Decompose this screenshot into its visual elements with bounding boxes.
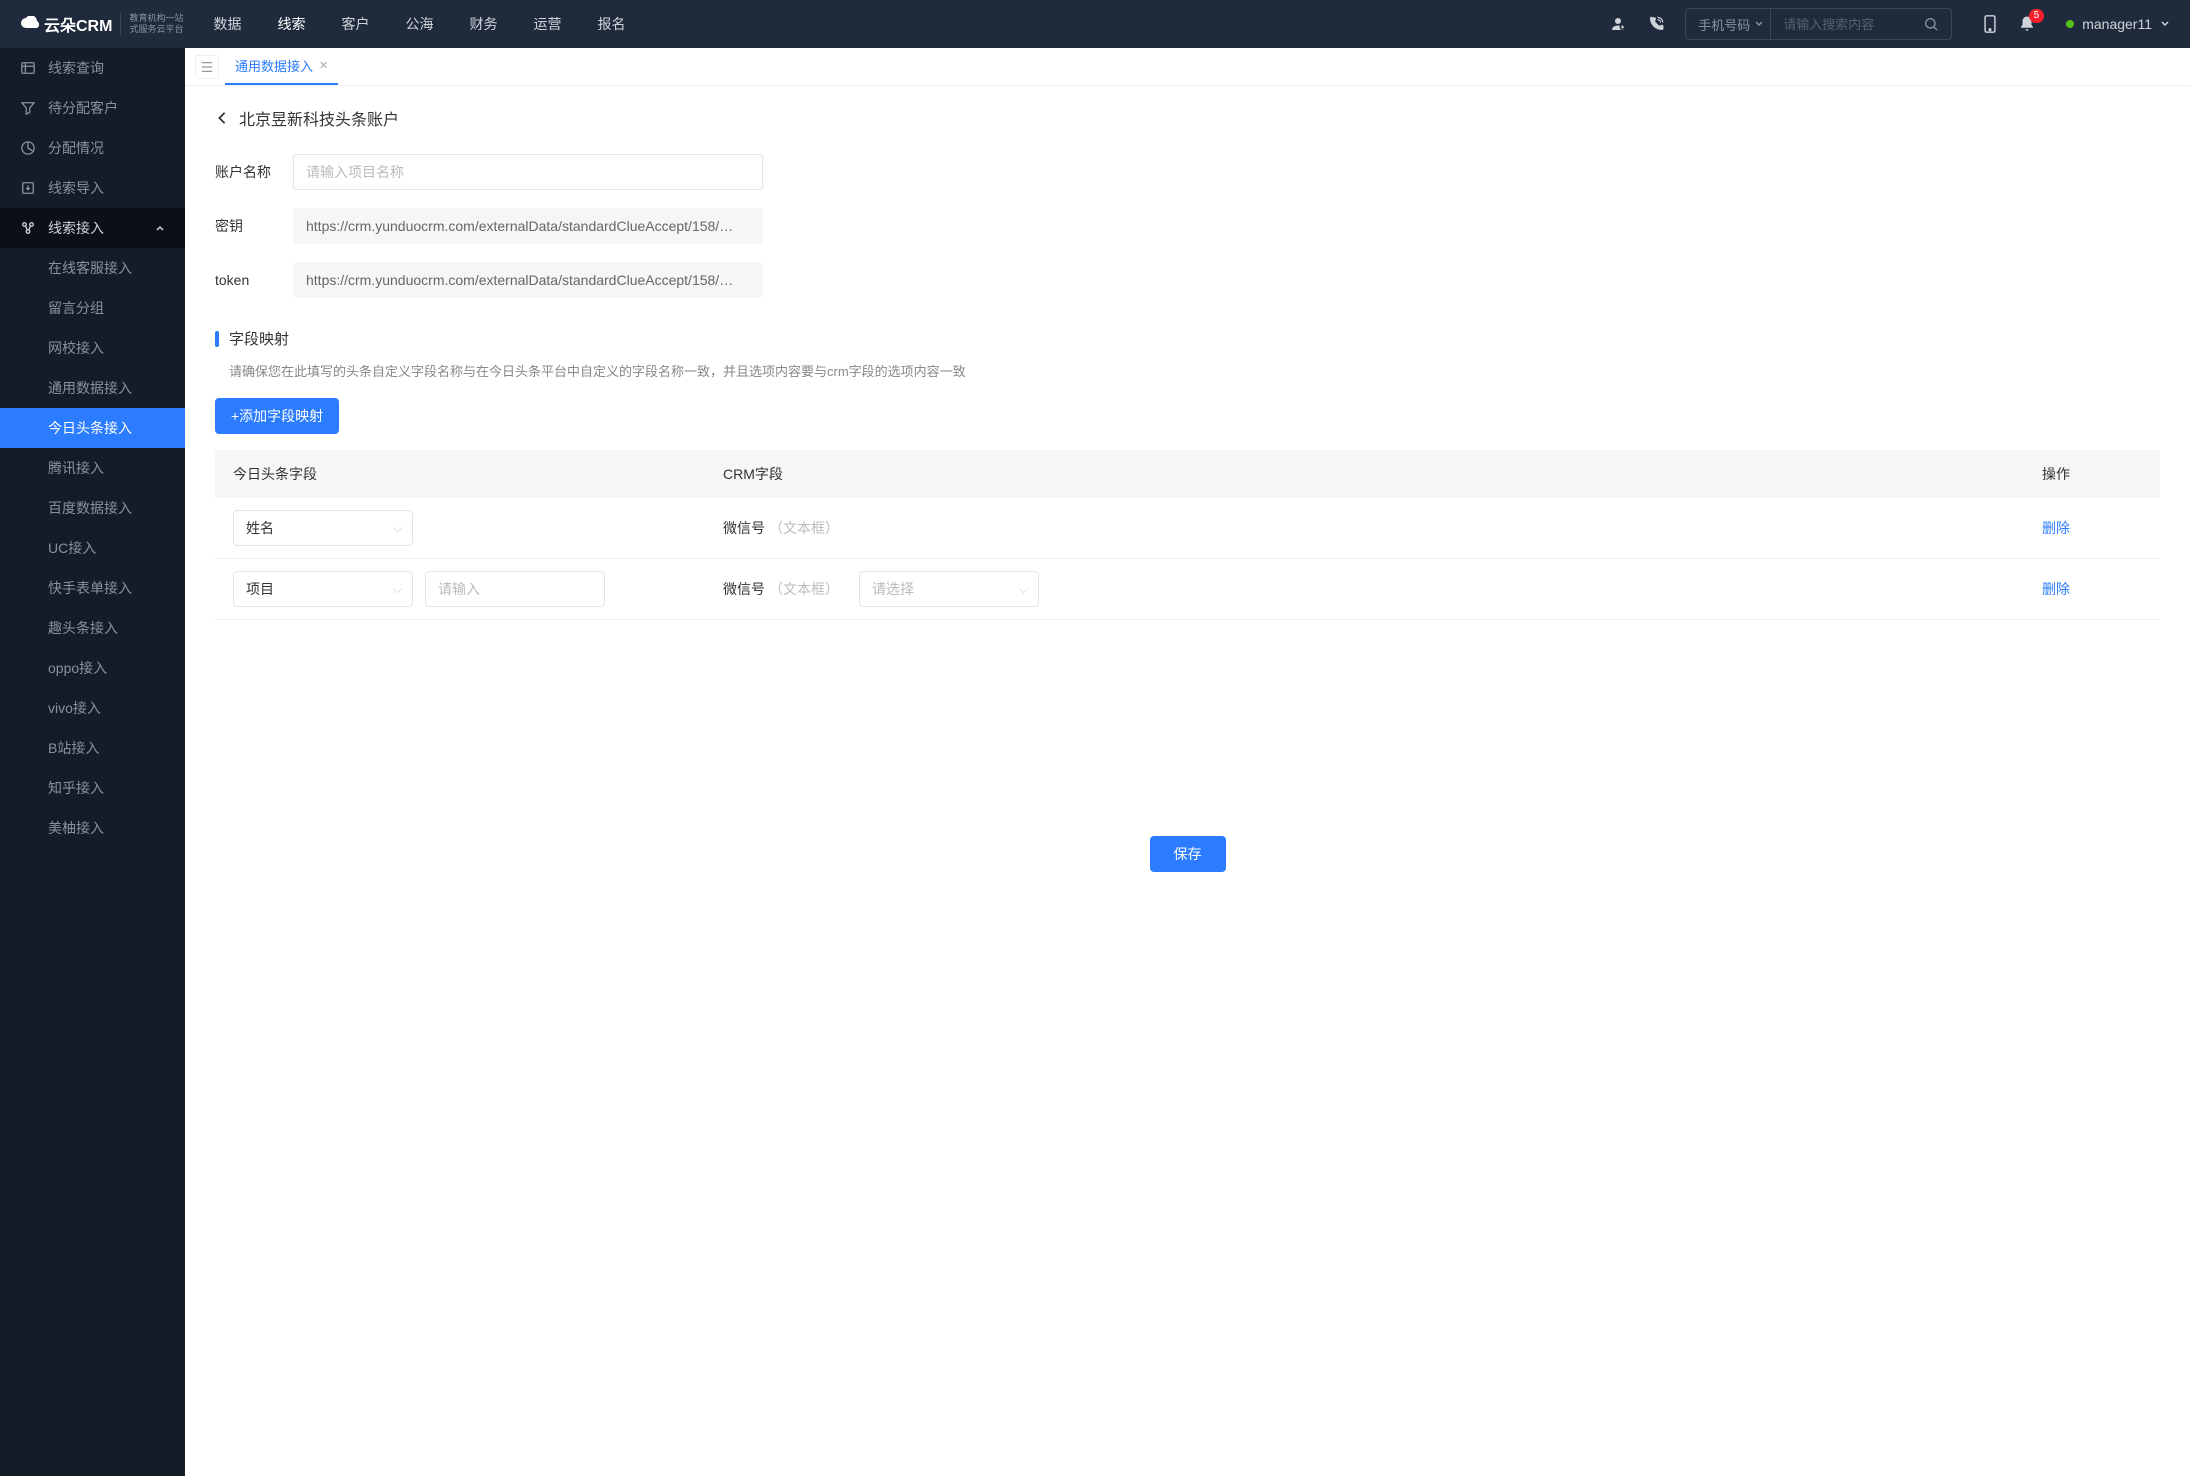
column-header: 操作 <box>2042 464 2142 484</box>
table-row: 姓名 ⌵ 微信号 （文本框） 删除 <box>215 498 2160 559</box>
back-button[interactable] <box>215 111 229 125</box>
nav-item[interactable]: 数据 <box>213 14 241 34</box>
sidebar-item-expandable[interactable]: 线索接入 <box>0 208 185 248</box>
sidebar-subitem[interactable]: oppo接入 <box>0 648 185 688</box>
footer-bar: 保存 <box>215 820 2160 888</box>
sidebar-subitem[interactable]: 美柚接入 <box>0 808 185 848</box>
sidebar-item[interactable]: 线索导入 <box>0 168 185 208</box>
add-field-mapping-button[interactable]: +添加字段映射 <box>215 398 339 434</box>
crm-field-select[interactable]: 请选择 ⌵ <box>859 571 1039 607</box>
nav-item[interactable]: 报名 <box>597 14 625 34</box>
connect-icon <box>20 221 36 235</box>
crm-field-hint: （文本框） <box>769 579 839 599</box>
chevron-down-icon <box>2160 19 2170 29</box>
section-bar <box>215 331 219 347</box>
chevron-down-icon: ⌵ <box>393 582 402 597</box>
toutiao-field-select[interactable]: 项目 ⌵ <box>233 571 413 607</box>
sidebar-subitem[interactable]: vivo接入 <box>0 688 185 728</box>
delete-button[interactable]: 删除 <box>2042 581 2070 597</box>
table-row: 项目 ⌵ 微信号 （文本框） 请选择 ⌵ <box>215 559 2160 620</box>
chevron-down-icon: ⌵ <box>393 521 402 536</box>
page-content: 北京昱新科技头条账户 账户名称 密钥 token 字段映射 请确保您在此填写的头… <box>185 86 2190 1476</box>
column-header: CRM字段 <box>723 464 2042 484</box>
secret-input[interactable] <box>293 208 763 244</box>
sidebar-subitem[interactable]: 通用数据接入 <box>0 368 185 408</box>
toutiao-field-select[interactable]: 姓名 ⌵ <box>233 510 413 546</box>
table-header: 今日头条字段 CRM字段 操作 <box>215 450 2160 498</box>
sidebar-item[interactable]: 待分配客户 <box>0 88 185 128</box>
phone-icon[interactable] <box>1647 15 1665 33</box>
account-name-input[interactable] <box>293 154 763 190</box>
sidebar: 线索查询 待分配客户 分配情况 线索导入 线索接入 在线客服接入 留言分组 网校… <box>0 48 185 1476</box>
nav-item[interactable]: 客户 <box>341 14 369 34</box>
crm-field-label: 微信号 <box>723 518 765 538</box>
search-input[interactable] <box>1771 17 1911 32</box>
sidebar-subitem[interactable]: 腾讯接入 <box>0 448 185 488</box>
list-icon <box>20 61 36 75</box>
crm-field-label: 微信号 <box>723 579 765 599</box>
tab-bar: 通用数据接入 ✕ <box>185 48 2190 86</box>
crm-field-hint: （文本框） <box>769 518 839 538</box>
filter-icon <box>20 101 36 115</box>
chevron-up-icon <box>155 223 165 233</box>
section-description: 请确保您在此填写的头条自定义字段名称与在今日头条平台中自定义的字段名称一致，并且… <box>215 361 2160 380</box>
save-button[interactable]: 保存 <box>1150 836 1226 872</box>
sidebar-subitem[interactable]: 知乎接入 <box>0 768 185 808</box>
sidebar-subitem[interactable]: B站接入 <box>0 728 185 768</box>
nav-item[interactable]: 公海 <box>405 14 433 34</box>
sidebar-subitem[interactable]: 留言分组 <box>0 288 185 328</box>
nav-menu: 数据 线索 客户 公海 财务 运营 报名 <box>213 14 1579 34</box>
sidebar-subitem[interactable]: 百度数据接入 <box>0 488 185 528</box>
logo-subtitle: 教育机构一站 式服务云平台 <box>120 13 183 35</box>
chart-icon <box>20 141 36 155</box>
notification-icon[interactable]: 5 <box>2018 15 2036 33</box>
sidebar-subitem[interactable]: 今日头条接入 <box>0 408 185 448</box>
sidebar-subitem[interactable]: 在线客服接入 <box>0 248 185 288</box>
sidebar-item[interactable]: 分配情况 <box>0 128 185 168</box>
sidebar-subitem[interactable]: UC接入 <box>0 528 185 568</box>
token-input[interactable] <box>293 262 763 298</box>
mapping-table: 今日头条字段 CRM字段 操作 姓名 ⌵ 微信号 <box>215 450 2160 620</box>
notification-badge: 5 <box>2029 9 2045 23</box>
username: manager11 <box>2082 16 2152 32</box>
sidebar-item[interactable]: 线索查询 <box>0 48 185 88</box>
field-text-input[interactable] <box>425 571 605 607</box>
page-title: 北京昱新科技头条账户 <box>239 106 399 130</box>
sidebar-subitem[interactable]: 趣头条接入 <box>0 608 185 648</box>
account-label: 账户名称 <box>215 162 293 182</box>
nav-item[interactable]: 线索 <box>277 14 305 34</box>
mobile-icon[interactable] <box>1982 15 1998 33</box>
logo-text: 云朵CRM <box>20 12 112 36</box>
secret-label: 密钥 <box>215 216 293 236</box>
top-header: 云朵CRM 教育机构一站 式服务云平台 数据 线索 客户 公海 财务 运营 报名… <box>0 0 2190 48</box>
import-icon <box>20 181 36 195</box>
search-button[interactable] <box>1911 16 1951 32</box>
delete-button[interactable]: 删除 <box>2042 520 2070 536</box>
search-container: 手机号码 <box>1685 8 1952 40</box>
search-type-select[interactable]: 手机号码 <box>1686 9 1771 39</box>
nav-item[interactable]: 财务 <box>469 14 497 34</box>
sidebar-subitem[interactable]: 快手表单接入 <box>0 568 185 608</box>
tab[interactable]: 通用数据接入 ✕ <box>225 49 338 85</box>
token-label: token <box>215 272 293 288</box>
nav-item[interactable]: 运营 <box>533 14 561 34</box>
collapse-sidebar-button[interactable] <box>195 55 219 79</box>
user-add-icon[interactable] <box>1609 15 1627 33</box>
main-content: 通用数据接入 ✕ 北京昱新科技头条账户 账户名称 密钥 token <box>185 48 2190 1476</box>
section-title: 字段映射 <box>229 328 289 349</box>
chevron-down-icon: ⌵ <box>1019 582 1028 597</box>
status-dot <box>2066 20 2074 28</box>
column-header: 今日头条字段 <box>233 464 723 484</box>
user-menu[interactable]: manager11 <box>2066 16 2170 32</box>
logo[interactable]: 云朵CRM 教育机构一站 式服务云平台 <box>20 12 183 36</box>
close-icon[interactable]: ✕ <box>319 59 328 72</box>
sidebar-subitem[interactable]: 网校接入 <box>0 328 185 368</box>
